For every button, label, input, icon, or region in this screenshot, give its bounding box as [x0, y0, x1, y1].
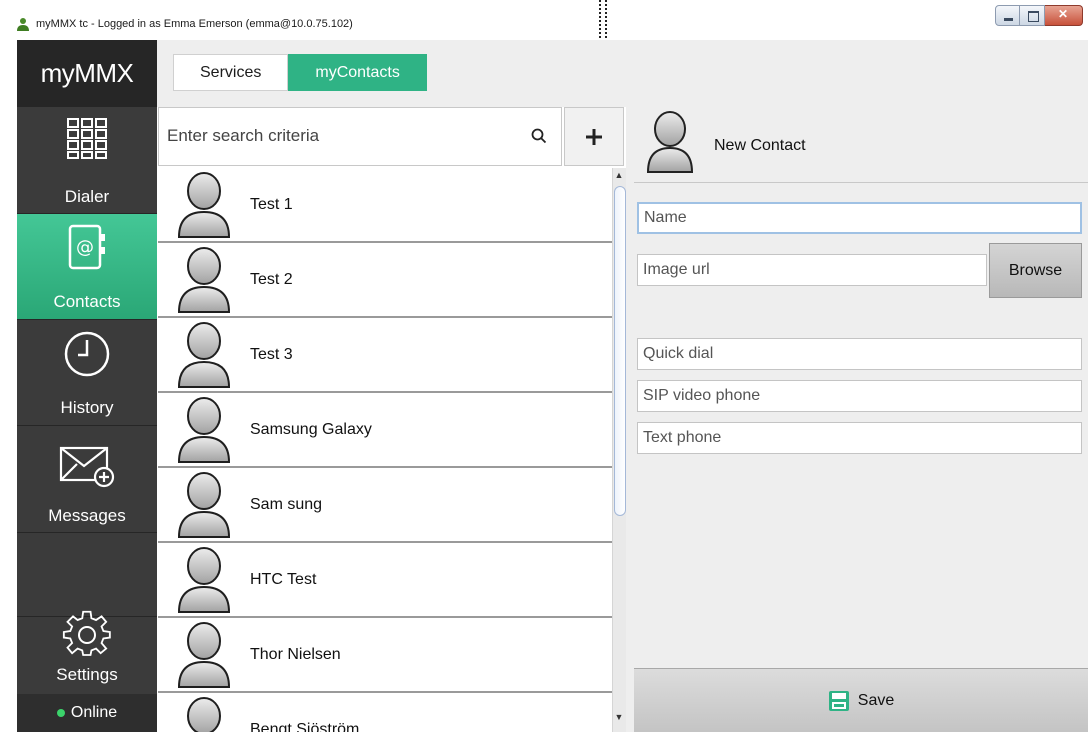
contact-list: Test 1 Test 2 Test 3 Samsung Galaxy Sam sung… — [158, 168, 612, 732]
app-window: myMMX tc - Logged in as Emma Emerson (em… — [0, 0, 1088, 732]
sidebar-item-contacts[interactable]: @ Contacts — [17, 214, 157, 320]
list-item[interactable]: Bengt Sjöström — [158, 693, 612, 732]
avatar — [646, 111, 694, 173]
address-book-icon: @ — [68, 224, 105, 270]
brand-text: myMMX — [40, 58, 134, 88]
title-bar: myMMX tc - Logged in as Emma Emerson (em… — [0, 0, 1088, 40]
online-dot-icon — [56, 709, 65, 717]
list-item[interactable]: Thor Nielsen — [158, 618, 612, 693]
list-item[interactable]: Test 2 — [158, 243, 612, 318]
contact-name: Test 1 — [250, 196, 293, 213]
sidebar: myMMX Dialer @ Contacts History Messages… — [17, 40, 157, 732]
list-item[interactable]: HTC Test — [158, 543, 612, 618]
sidebar-item-label: Settings — [56, 665, 118, 684]
sidebar-item-label: Contacts — [53, 292, 121, 311]
scroll-down-icon[interactable]: ▼ — [612, 712, 626, 728]
sidebar-item-settings[interactable]: Settings — [17, 610, 157, 694]
dialpad-icon — [67, 118, 107, 159]
text-phone-field[interactable] — [637, 422, 1082, 454]
contact-name: Samsung Galaxy — [250, 421, 372, 438]
contact-name: Thor Nielsen — [250, 646, 341, 663]
avatar — [177, 247, 231, 313]
search-input[interactable] — [165, 116, 515, 156]
close-button[interactable] — [1045, 5, 1083, 26]
tab-mycontacts[interactable]: myContacts — [288, 54, 427, 91]
list-item[interactable]: Sam sung — [158, 468, 612, 543]
quick-dial-field[interactable] — [637, 338, 1082, 370]
avatar — [177, 622, 231, 688]
divider — [634, 182, 1088, 183]
contact-name: Bengt Sjöström — [250, 721, 360, 732]
maximize-button[interactable] — [1020, 5, 1045, 26]
minimize-button[interactable] — [995, 5, 1020, 26]
svg-text:@: @ — [76, 237, 94, 258]
browse-button[interactable]: Browse — [989, 243, 1082, 298]
tab-services[interactable]: Services — [173, 54, 289, 91]
name-field[interactable] — [637, 202, 1082, 234]
avatar — [177, 472, 231, 538]
status-indicator: Online — [17, 694, 157, 732]
gear-icon — [62, 610, 111, 656]
search-icon[interactable] — [531, 128, 547, 144]
save-icon — [828, 690, 849, 711]
avatar — [177, 322, 231, 388]
list-item[interactable]: Test 1 — [158, 168, 612, 243]
list-item[interactable]: Samsung Galaxy — [158, 393, 612, 468]
form-title: New Contact — [714, 137, 806, 154]
scroll-up-icon[interactable]: ▲ — [612, 170, 626, 186]
save-button[interactable]: Save — [634, 668, 1088, 732]
avatar — [177, 547, 231, 613]
envelope-add-icon — [59, 446, 115, 488]
add-contact-button[interactable] — [564, 107, 624, 166]
status-text: Online — [70, 704, 118, 721]
sip-video-phone-field[interactable] — [637, 380, 1082, 412]
tab-bar: Services myContacts — [173, 54, 427, 91]
avatar — [177, 172, 231, 238]
scrollbar-thumb[interactable] — [614, 186, 626, 516]
plus-icon — [586, 128, 602, 145]
clock-icon — [64, 331, 110, 377]
contact-name: Test 3 — [250, 346, 293, 363]
contact-form-panel — [626, 107, 1088, 732]
app-logo: myMMX — [17, 40, 157, 107]
user-icon — [17, 18, 29, 31]
top-bar: Services myContacts — [157, 40, 1088, 107]
avatar — [187, 697, 221, 732]
window-title: myMMX tc - Logged in as Emma Emerson (em… — [36, 18, 353, 30]
sidebar-item-label: Messages — [48, 506, 126, 525]
save-label: Save — [857, 691, 895, 709]
avatar — [177, 397, 231, 463]
sidebar-item-label: Dialer — [64, 187, 110, 206]
sidebar-item-history[interactable]: History — [17, 320, 157, 426]
sidebar-item-messages[interactable]: Messages — [17, 426, 157, 533]
window-controls — [995, 5, 1083, 27]
sidebar-item-label: History — [60, 398, 114, 417]
image-url-field[interactable] — [637, 254, 987, 286]
search-box — [158, 107, 562, 166]
sidebar-item-dialer[interactable]: Dialer — [17, 107, 157, 214]
contact-name: Sam sung — [250, 496, 323, 513]
contact-name: HTC Test — [250, 571, 317, 588]
list-item[interactable]: Test 3 — [158, 318, 612, 393]
contact-name: Test 2 — [250, 271, 293, 288]
sidebar-spacer — [17, 533, 157, 617]
